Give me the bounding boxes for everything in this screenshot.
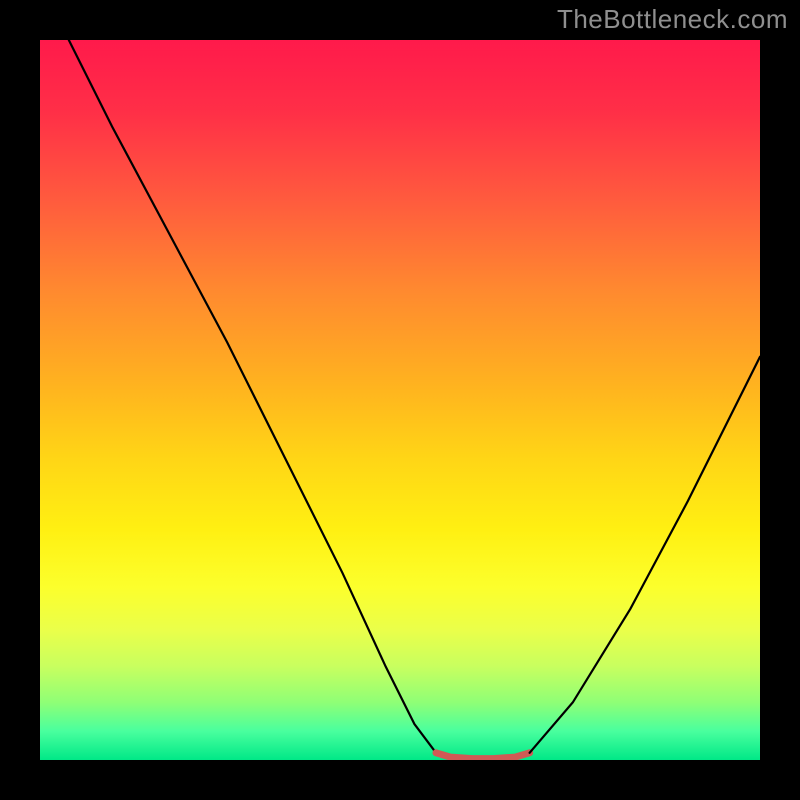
- valley-path: [436, 753, 530, 759]
- watermark-text: TheBottleneck.com: [557, 4, 788, 35]
- right-branch-path: [530, 357, 760, 753]
- left-branch-path: [69, 40, 436, 753]
- curve-layer: [40, 40, 760, 760]
- plot-area: [40, 40, 760, 760]
- chart-frame: TheBottleneck.com: [0, 0, 800, 800]
